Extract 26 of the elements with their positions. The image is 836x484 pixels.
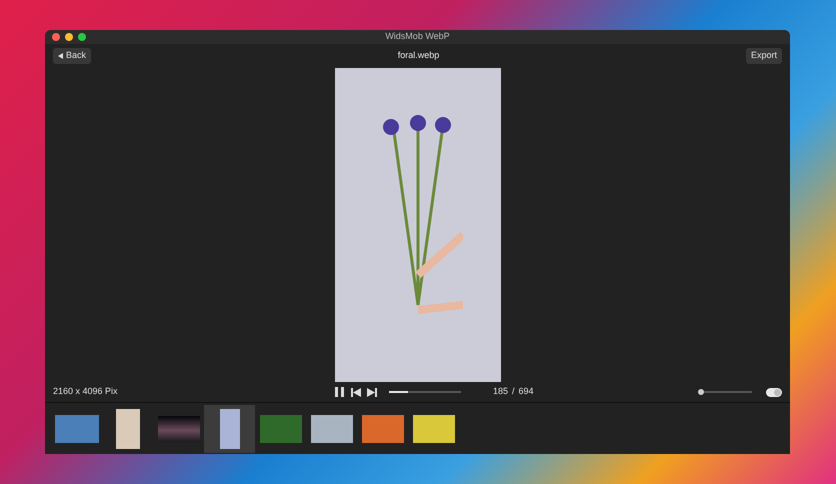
export-button[interactable]: Export xyxy=(746,48,782,64)
window-title: WidsMob WebP xyxy=(385,30,450,44)
photo-placeholder xyxy=(260,414,302,442)
slider-thumb[interactable] xyxy=(698,389,704,395)
toggle-switch[interactable] xyxy=(766,388,782,396)
caret-icon xyxy=(58,53,63,59)
total-frames: 694 xyxy=(518,385,534,399)
close-icon[interactable] xyxy=(52,33,60,41)
photo-placeholder xyxy=(362,414,404,442)
photo-placeholder xyxy=(54,414,98,442)
photo-placeholder xyxy=(220,408,240,448)
previous-icon[interactable] xyxy=(351,388,361,396)
image-dimensions: 2160 x 4096 Pix xyxy=(53,385,118,398)
back-button[interactable]: Back xyxy=(53,48,92,64)
pause-button[interactable] xyxy=(335,387,345,397)
minimize-icon[interactable] xyxy=(65,33,73,41)
frame-separator: / xyxy=(512,385,515,398)
file-name: foral.webp xyxy=(398,49,440,62)
photo-placeholder xyxy=(412,414,454,442)
next-icon[interactable] xyxy=(367,388,377,396)
photo-placeholder xyxy=(158,416,200,442)
photo-placeholder xyxy=(116,408,140,448)
thumbnail[interactable] xyxy=(204,404,255,452)
maximize-icon[interactable] xyxy=(78,33,86,41)
current-frame: 185 xyxy=(493,385,508,399)
photo-placeholder xyxy=(310,414,352,442)
